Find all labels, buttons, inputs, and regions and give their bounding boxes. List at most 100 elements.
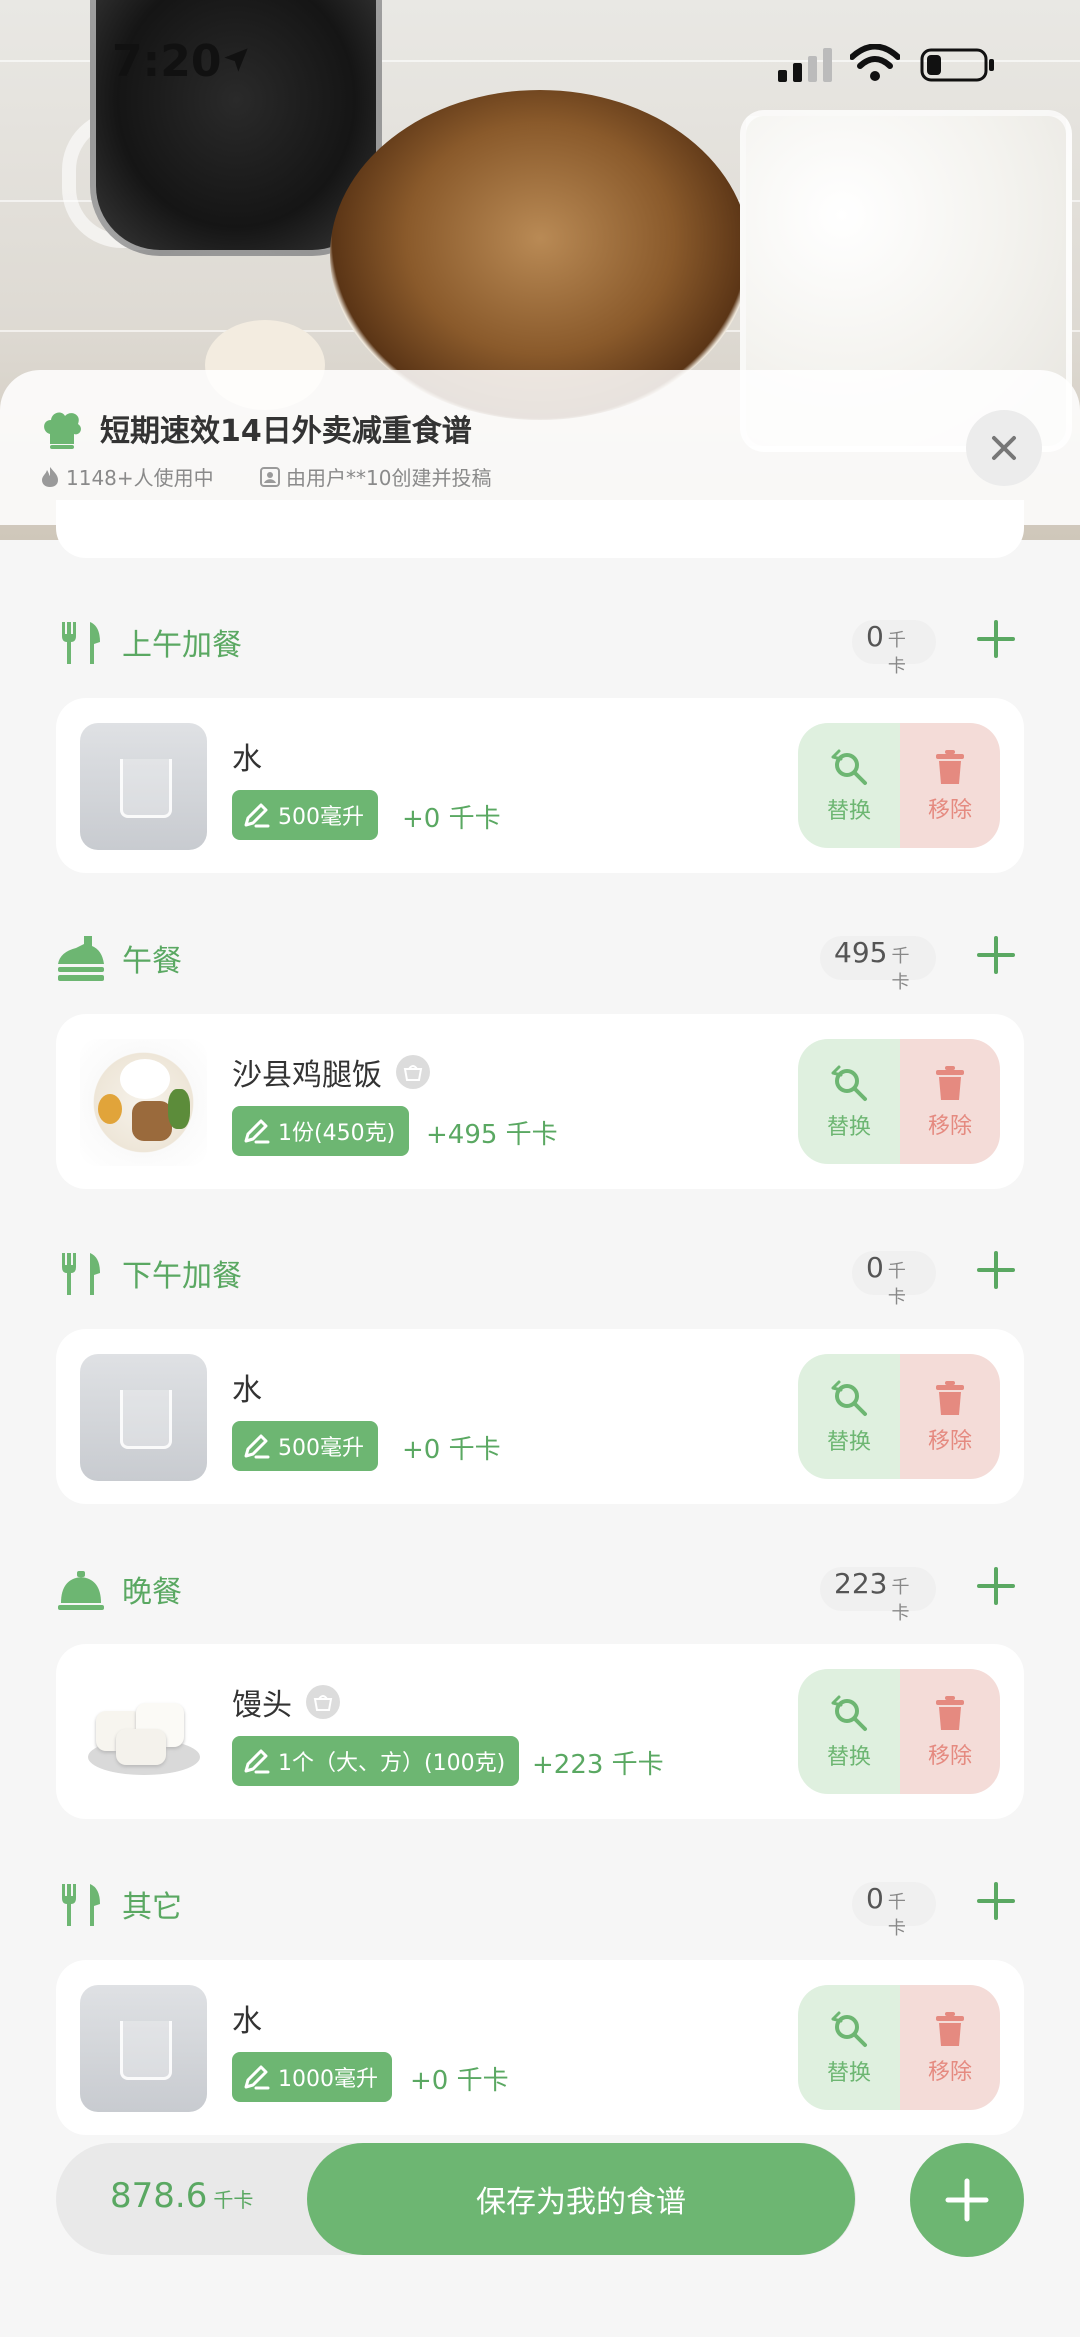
lunch-icon <box>58 936 104 981</box>
pencil-icon <box>244 803 270 828</box>
swap-button[interactable]: 替换 <box>798 1039 900 1164</box>
location-arrow-icon <box>224 48 248 72</box>
author-text: 由用户**10创建并投稿 <box>286 466 492 490</box>
cellular-signal-icon <box>778 48 832 82</box>
cloche-icon <box>58 1571 104 1610</box>
food-thumbnail <box>80 1354 207 1481</box>
section-title: 其它 <box>122 1890 182 1925</box>
meal-section-morning-snack: 上午加餐 0 千卡 <box>0 612 1080 677</box>
flame-icon <box>42 466 58 487</box>
section-title: 下午加餐 <box>122 1259 242 1294</box>
food-calories: +223 千卡 <box>532 1750 664 1780</box>
status-time: 7:20 <box>112 36 222 87</box>
previous-meal-card <box>56 500 1024 558</box>
usage-count: 1148+人使用中 <box>40 462 214 491</box>
fork-knife-icon <box>62 1884 100 1926</box>
wifi-icon <box>850 44 900 81</box>
pencil-icon <box>244 1749 270 1774</box>
plus-icon <box>945 2178 989 2222</box>
pencil-icon <box>244 2065 270 2090</box>
swap-search-icon <box>831 1065 867 1101</box>
swap-button[interactable]: 替换 <box>798 1985 900 2110</box>
food-thumbnail <box>80 1039 207 1166</box>
trash-icon <box>936 1695 964 1730</box>
food-item-card[interactable]: 馒头 1个（大、方）(100克) +223 千卡 替换 移除 <box>56 1644 1024 1819</box>
food-item-card[interactable]: 水 500毫升 +0 千卡 替换 移除 <box>56 698 1024 873</box>
section-kcal: 495 千卡 <box>820 936 936 993</box>
remove-button[interactable]: 移除 <box>900 1669 1000 1794</box>
author-info: 由用户**10创建并投稿 <box>260 462 491 491</box>
trash-icon <box>936 749 964 784</box>
meal-section-dinner: 晚餐 223 千卡 <box>0 1559 1080 1624</box>
add-food-icon[interactable] <box>975 1565 1017 1607</box>
food-calories: +495 千卡 <box>426 1120 558 1150</box>
food-name: 水 <box>232 742 262 777</box>
portion-edit-button[interactable]: 1000毫升 <box>232 2052 392 2102</box>
food-item-card[interactable]: 沙县鸡腿饭 1份(450克) +495 千卡 替换 移除 <box>56 1014 1024 1189</box>
section-kcal: 0 千卡 <box>852 1882 936 1939</box>
portion-edit-button[interactable]: 500毫升 <box>232 1421 378 1471</box>
remove-button[interactable]: 移除 <box>900 1354 1000 1479</box>
food-calories: +0 千卡 <box>402 804 501 834</box>
swap-button[interactable]: 替换 <box>798 1354 900 1479</box>
trash-icon <box>936 2011 964 2046</box>
pencil-icon <box>244 1434 270 1459</box>
takeout-badge-icon <box>306 1685 340 1719</box>
section-title: 上午加餐 <box>122 628 242 663</box>
section-kcal: 223 千卡 <box>820 1567 936 1624</box>
food-item-card[interactable]: 水 1000毫升 +0 千卡 替换 移除 <box>56 1960 1024 2135</box>
food-calories: +0 千卡 <box>410 2066 509 2096</box>
total-calories: 878.6 千卡 <box>110 2176 253 2216</box>
trash-icon <box>936 1380 964 1415</box>
remove-button[interactable]: 移除 <box>900 1985 1000 2110</box>
fork-knife-icon <box>62 1253 100 1295</box>
portion-edit-button[interactable]: 1个（大、方）(100克) <box>232 1736 520 1786</box>
food-calories: +0 千卡 <box>402 1435 501 1465</box>
food-name: 水 <box>232 1373 262 1408</box>
food-thumbnail <box>80 1669 207 1796</box>
swap-button[interactable]: 替换 <box>798 1669 900 1794</box>
battery-icon <box>920 48 994 82</box>
swap-button[interactable]: 替换 <box>798 723 900 848</box>
close-icon <box>992 436 1016 460</box>
save-recipe-button[interactable]: 保存为我的食谱 <box>307 2143 855 2255</box>
food-name: 馒头 <box>232 1680 340 1724</box>
usage-count-text: 1148+人使用中 <box>66 466 214 490</box>
close-button[interactable] <box>966 410 1042 486</box>
add-meal-button[interactable] <box>910 2143 1024 2257</box>
food-name: 水 <box>232 2004 262 2039</box>
remove-button[interactable]: 移除 <box>900 1039 1000 1164</box>
meal-section-other: 其它 0 千卡 <box>0 1874 1080 1939</box>
meal-section-lunch: 午餐 495 千卡 <box>0 928 1080 993</box>
food-name: 沙县鸡腿饭 <box>232 1050 430 1094</box>
swap-search-icon <box>831 2011 867 2047</box>
add-food-icon[interactable] <box>975 1880 1017 1922</box>
food-thumbnail <box>80 1985 207 2112</box>
recipe-title: 短期速效14日外卖减重食谱 <box>100 414 472 449</box>
fork-knife-icon <box>62 622 100 664</box>
section-kcal: 0 千卡 <box>852 1251 936 1308</box>
food-item-card[interactable]: 水 500毫升 +0 千卡 替换 移除 <box>56 1329 1024 1504</box>
remove-button[interactable]: 移除 <box>900 723 1000 848</box>
add-food-icon[interactable] <box>975 934 1017 976</box>
portion-edit-button[interactable]: 1份(450克) <box>232 1106 410 1156</box>
takeout-badge-icon <box>396 1055 430 1089</box>
section-title: 晚餐 <box>122 1575 182 1610</box>
total-calories-unit: 千卡 <box>213 2188 254 2212</box>
pencil-icon <box>244 1119 270 1144</box>
meal-section-afternoon-snack: 下午加餐 0 千卡 <box>0 1243 1080 1308</box>
trash-icon <box>936 1065 964 1100</box>
status-bar: 7:20 <box>0 0 1080 130</box>
swap-search-icon <box>831 1695 867 1731</box>
section-kcal: 0 千卡 <box>852 620 936 677</box>
swap-search-icon <box>831 1380 867 1416</box>
chef-hat-icon <box>44 412 81 449</box>
total-calories-value: 878.6 <box>110 2176 208 2216</box>
portion-edit-button[interactable]: 500毫升 <box>232 790 378 840</box>
user-card-icon <box>260 466 280 487</box>
add-food-icon[interactable] <box>975 618 1017 660</box>
section-title: 午餐 <box>122 944 182 979</box>
swap-search-icon <box>831 749 867 785</box>
add-food-icon[interactable] <box>975 1249 1017 1291</box>
food-thumbnail <box>80 723 207 850</box>
